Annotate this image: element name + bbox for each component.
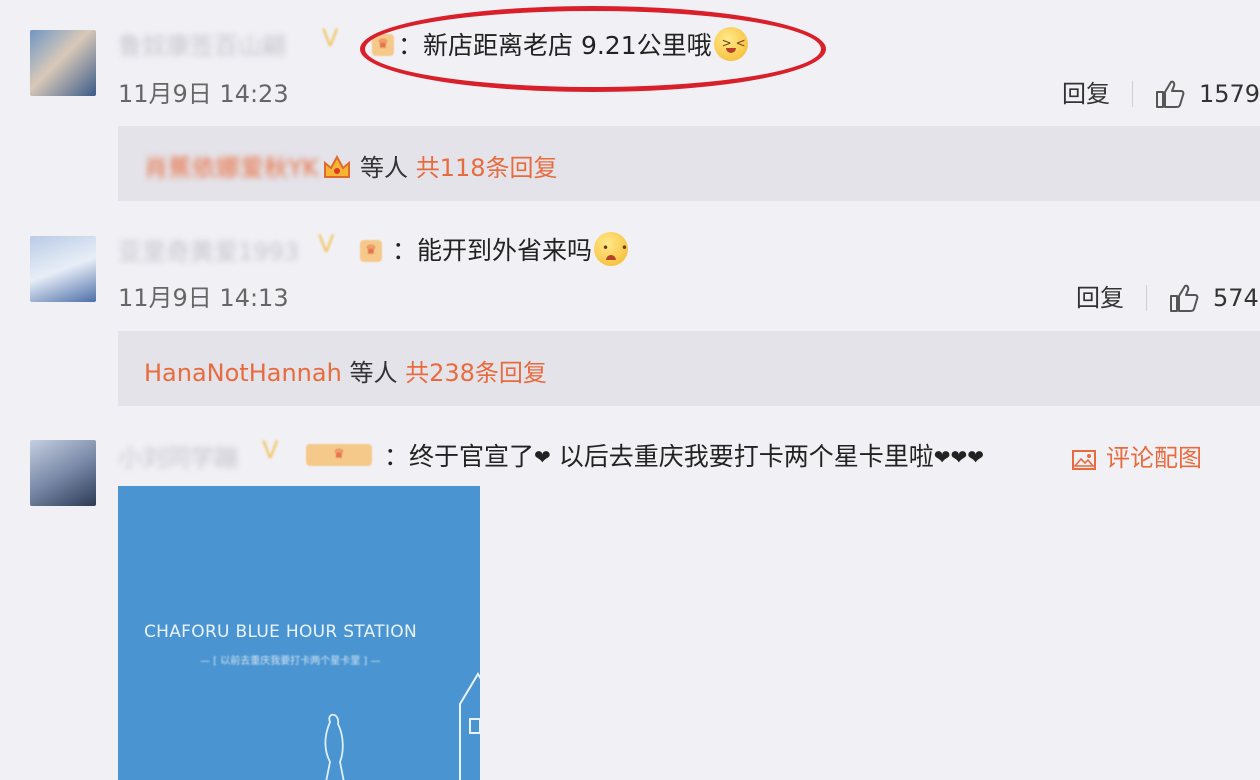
reply-button[interactable]: 回复 <box>1062 80 1110 108</box>
divider <box>1146 285 1147 311</box>
attached-image-title: CHAFORU BLUE HOUR STATION <box>144 622 417 642</box>
reply-etc: 等人 <box>360 154 409 182</box>
comment-actions: 回复 574 <box>1076 278 1259 313</box>
replies-summary[interactable]: HanaNotHannah 等人 共238条回复 <box>118 331 1260 406</box>
reply-button[interactable]: 回复 <box>1076 284 1124 312</box>
comment-text: ：终于官宣了❤ 以后去重庆我要打卡两个星卡里啦❤❤❤ <box>384 437 984 473</box>
username[interactable]: 小刘同学蹦 <box>118 438 238 473</box>
like-button[interactable]: 574 <box>1169 284 1259 312</box>
crown-icon <box>324 154 351 178</box>
reply-username[interactable]: HanaNotHannah <box>144 359 342 387</box>
image-icon <box>1072 450 1096 470</box>
avatar[interactable] <box>30 30 96 96</box>
replies-summary-text: 肖蕉依娜爱秋YK 等人 共118条回复 <box>144 148 558 183</box>
like-count: 1579 <box>1199 80 1260 108</box>
divider <box>1132 81 1133 107</box>
reply-etc: 等人 <box>349 359 398 387</box>
timestamp: 11月9日 14:23 <box>118 80 289 108</box>
like-count: 574 <box>1213 284 1259 312</box>
vip-badge-icon: V <box>262 436 279 464</box>
heart-icon: ❤❤❤ <box>933 445 985 469</box>
emoji-icon: • • <box>594 232 629 266</box>
figure-illustration-icon <box>324 713 345 780</box>
attached-image-subtitle: — [ 以前去重庆我要打卡两个星卡里 ] — <box>200 656 381 667</box>
like-button[interactable]: 1579 <box>1155 80 1260 108</box>
thumb-up-icon <box>1156 80 1185 108</box>
comment-image-link[interactable]: 评论配图 <box>1072 438 1202 473</box>
vip-badge-icon: V <box>322 24 339 52</box>
attached-image[interactable]: CHAFORU BLUE HOUR STATION — [ 以前去重庆我要打卡两… <box>118 486 480 780</box>
avatar[interactable] <box>30 236 96 302</box>
reply-username[interactable]: 肖蕉依娜爱秋YK <box>144 154 318 182</box>
comment-text: ：能开到外省来吗 • • <box>392 231 629 267</box>
avatar[interactable] <box>30 440 96 506</box>
timestamp: 11月9日 14:13 <box>118 284 289 312</box>
replies-summary[interactable]: 肖蕉依娜爱秋YK 等人 共118条回复 <box>118 126 1260 201</box>
house-illustration-icon <box>459 672 480 780</box>
heart-icon: ❤ <box>534 445 551 469</box>
thumb-up-icon <box>1170 284 1199 312</box>
reply-count-link[interactable]: 共238条回复 <box>405 359 547 387</box>
username[interactable]: 亚里奇黄爱1993 <box>118 232 299 267</box>
medal-badge-icon: ♛ <box>306 444 372 466</box>
username[interactable]: 鲁奴康签百山翩 <box>118 26 286 61</box>
comment-image-link-label: 评论配图 <box>1106 444 1202 472</box>
comment-text-content: ：终于官宣了 <box>384 442 535 471</box>
comment-actions: 回复 1579 <box>1062 74 1260 109</box>
comment-text-continued: 以后去重庆我要打卡两个星卡里啦 <box>558 442 934 471</box>
replies-summary-text: HanaNotHannah 等人 共238条回复 <box>144 353 547 388</box>
comment-text-content: ：能开到外省来吗 <box>392 236 593 265</box>
vip-badge-icon: V <box>318 230 335 258</box>
medal-badge-icon: ♛ <box>360 240 382 262</box>
annotation-circle <box>360 6 826 92</box>
reply-count-link[interactable]: 共118条回复 <box>416 154 558 182</box>
